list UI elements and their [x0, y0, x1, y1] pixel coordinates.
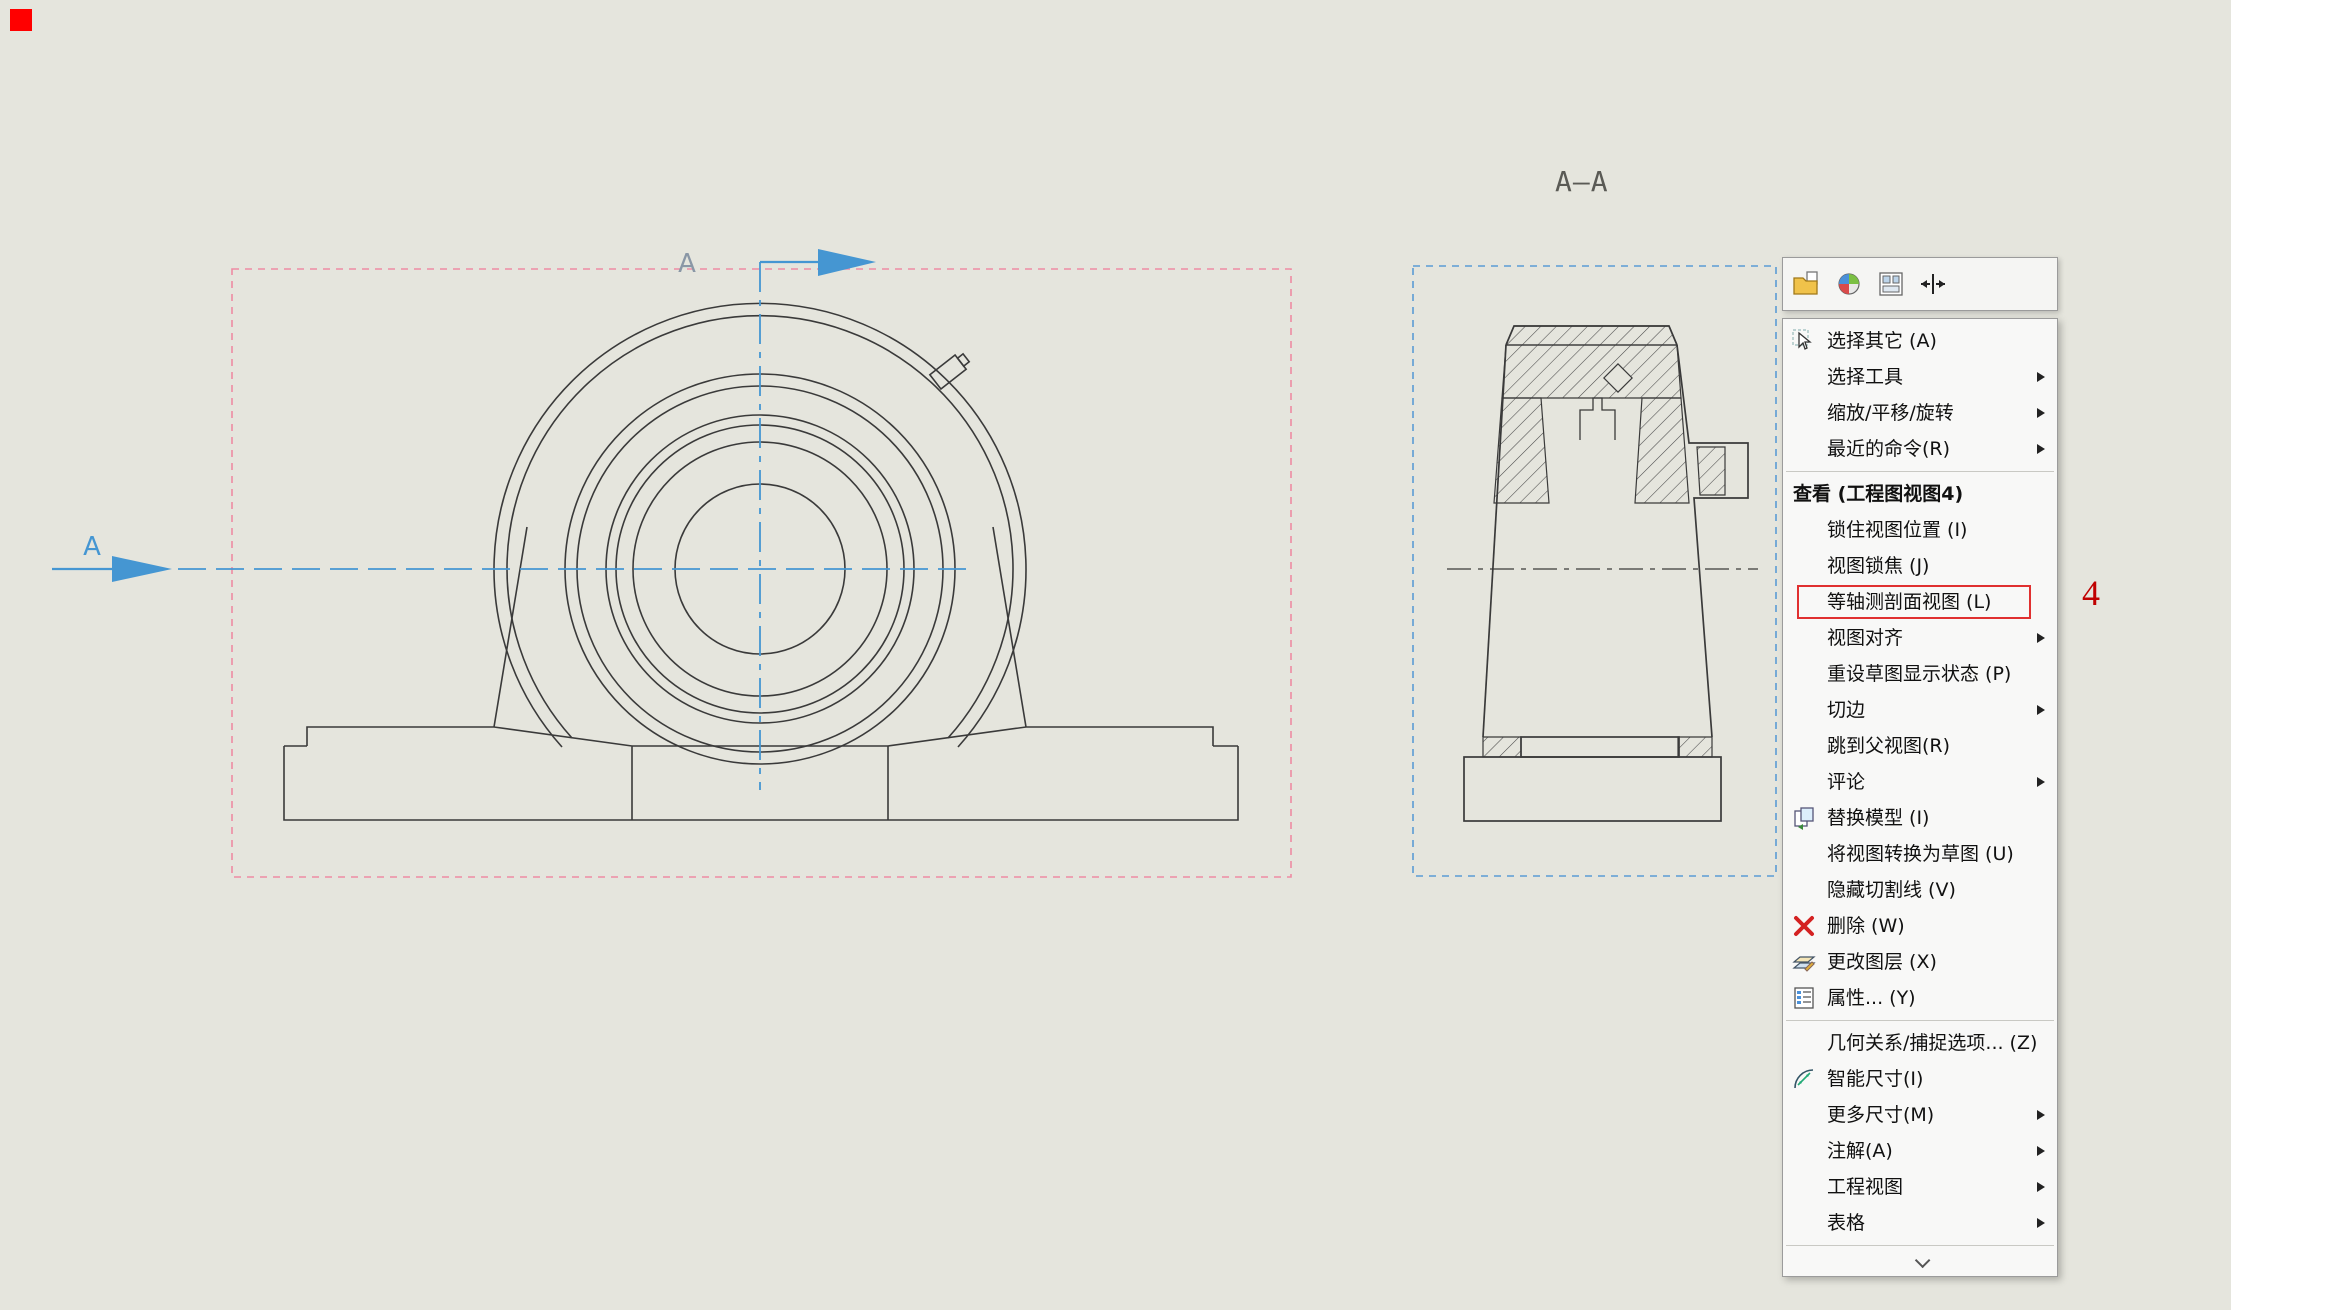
menu-item-label: 锁住视图位置 (I) [1827, 519, 1967, 541]
menu-item-drawing-views[interactable]: 工程视图 [1783, 1169, 2057, 1205]
change-layer-icon [1791, 949, 1817, 975]
menu-item-more-dimensions[interactable]: 更多尺寸(M) [1783, 1097, 2057, 1133]
menu-item-zoom-pan-rotate[interactable]: 缩放/平移/旋转 [1783, 395, 2057, 431]
menu-item-label: 注解(A) [1827, 1140, 1893, 1162]
menu-item-lock-view-position[interactable]: 锁住视图位置 (I) [1783, 512, 2057, 548]
context-toolbar [1782, 257, 2058, 311]
menu-item-isometric-section-view[interactable]: 等轴测剖面视图 (L) [1783, 584, 2057, 620]
delete-icon [1791, 913, 1817, 939]
menu-item-smart-dimension[interactable]: 智能尺寸(I) [1783, 1061, 2057, 1097]
menu-item-label: 视图对齐 [1827, 627, 1903, 649]
select-other-icon [1791, 328, 1817, 354]
menu-expand-button[interactable] [1783, 1250, 2057, 1274]
front-view-selection-box[interactable] [232, 269, 1291, 877]
menu-item-label: 替换模型 (I) [1827, 807, 1929, 829]
smart-dimension-icon [1791, 1066, 1817, 1092]
menu-separator [1786, 1245, 2054, 1246]
front-view-outline [284, 303, 1238, 820]
menu-item-label: 删除 (W) [1827, 915, 1905, 937]
menu-item-label: 将视图转换为草图 (U) [1827, 843, 2014, 865]
menu-separator [1786, 471, 2054, 472]
menu-item-label: 视图锁焦 (J) [1827, 555, 1929, 577]
chevron-down-icon [1914, 1252, 1930, 1268]
section-arrow-top-icon [818, 249, 876, 276]
section-arrow-label-left: A [83, 532, 101, 562]
menu-item-properties[interactable]: 属性... (Y) [1783, 980, 2057, 1016]
menu-item-label: 表格 [1827, 1212, 1865, 1234]
menu-item-label: 几何关系/捕捉选项... (Z) [1827, 1032, 2037, 1054]
properties-icon [1791, 985, 1817, 1011]
menu-header-label: 查看 (工程图视图4) [1793, 483, 1963, 505]
menu-item-select-tool[interactable]: 选择工具 [1783, 359, 2057, 395]
appearance-icon[interactable] [1833, 268, 1865, 300]
menu-item-label: 跳到父视图(R) [1827, 735, 1950, 757]
front-view[interactable]: A A [52, 249, 1238, 820]
menu-item-label: 智能尺寸(I) [1827, 1068, 1923, 1090]
menu-item-hide-cutting-line[interactable]: 隐藏切割线 (V) [1783, 872, 2057, 908]
menu-item-view-alignment[interactable]: 视图对齐 [1783, 620, 2057, 656]
context-menu: 选择其它 (A) 选择工具 缩放/平移/旋转 最近的命令(R) 查看 (工程图视… [1782, 318, 2058, 1277]
menu-item-label: 等轴测剖面视图 (L) [1827, 591, 1991, 613]
menu-item-relations-snaps-options[interactable]: 几何关系/捕捉选项... (Z) [1783, 1025, 2057, 1061]
open-drawing-icon[interactable] [1791, 268, 1823, 300]
menu-item-convert-view-to-sketch[interactable]: 将视图转换为草图 (U) [1783, 836, 2057, 872]
section-view[interactable] [1447, 326, 1758, 821]
section-arrow-left-icon [112, 556, 172, 582]
menu-item-label: 评论 [1827, 771, 1865, 793]
menu-item-label: 缩放/平移/旋转 [1827, 402, 1954, 424]
menu-item-label: 属性... (Y) [1827, 987, 1916, 1009]
menu-item-label: 工程视图 [1827, 1176, 1903, 1198]
menu-item-label: 更改图层 (X) [1827, 951, 1937, 973]
menu-item-delete[interactable]: 删除 (W) [1783, 908, 2057, 944]
menu-item-label: 切边 [1827, 699, 1865, 721]
section-hatch [1483, 326, 1725, 757]
section-arrow-label-top: A [678, 249, 696, 279]
menu-item-replace-model[interactable]: 替换模型 (I) [1783, 800, 2057, 836]
section-view-title: A—A [1555, 165, 1675, 198]
menu-item-change-layer[interactable]: 更改图层 (X) [1783, 944, 2057, 980]
menu-separator [1786, 1020, 2054, 1021]
menu-item-recent-commands[interactable]: 最近的命令(R) [1783, 431, 2057, 467]
menu-item-label: 选择其它 (A) [1827, 330, 1937, 352]
step-number-annotation: 4 [2082, 572, 2100, 614]
view-palette-icon[interactable] [1875, 268, 1907, 300]
menu-item-label: 选择工具 [1827, 366, 1903, 388]
menu-header-view: 查看 (工程图视图4) [1783, 476, 2057, 512]
alignment-icon[interactable] [1917, 268, 1949, 300]
menu-item-jump-to-parent-view[interactable]: 跳到父视图(R) [1783, 728, 2057, 764]
menu-item-annotations[interactable]: 注解(A) [1783, 1133, 2057, 1169]
section-cut-line: A A [52, 249, 975, 790]
menu-item-tangent-edge[interactable]: 切边 [1783, 692, 2057, 728]
menu-item-lock-view-focus[interactable]: 视图锁焦 (J) [1783, 548, 2057, 584]
menu-item-label: 隐藏切割线 (V) [1827, 879, 1956, 901]
menu-item-label: 重设草图显示状态 (P) [1827, 663, 2011, 685]
menu-item-reset-sketch-display[interactable]: 重设草图显示状态 (P) [1783, 656, 2057, 692]
menu-item-tables[interactable]: 表格 [1783, 1205, 2057, 1241]
replace-model-icon [1791, 805, 1817, 831]
menu-item-label: 最近的命令(R) [1827, 438, 1950, 460]
menu-item-select-other[interactable]: 选择其它 (A) [1783, 323, 2057, 359]
menu-item-comment[interactable]: 评论 [1783, 764, 2057, 800]
menu-item-label: 更多尺寸(M) [1827, 1104, 1934, 1126]
